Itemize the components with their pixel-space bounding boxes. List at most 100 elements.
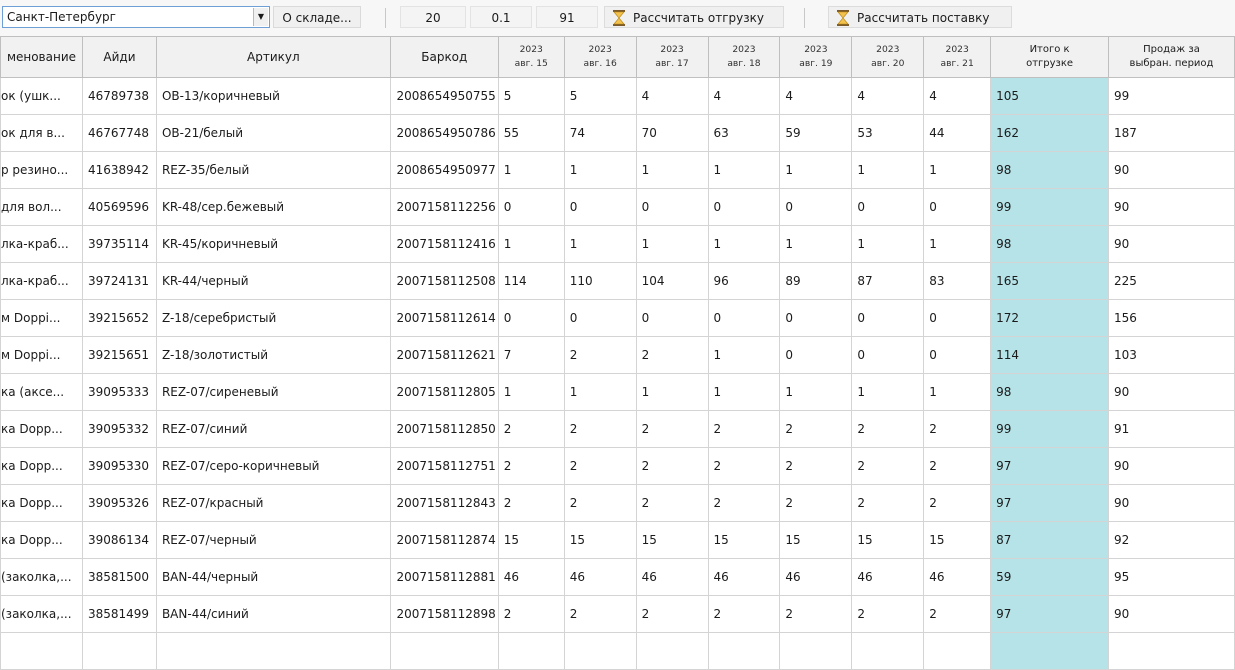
column-header-total[interactable]: Итого к отгрузке — [990, 36, 1109, 78]
cell-barcode[interactable]: 2007158112256 — [389, 188, 499, 226]
cell-day-value[interactable]: 2 — [635, 336, 709, 374]
cell-day-value[interactable]: 1 — [635, 225, 709, 263]
cell-total[interactable]: 59 — [990, 558, 1109, 596]
table-row[interactable]: ка Dopp... 39095326 REZ-07/красный 20071581… — [0, 484, 1235, 522]
cell-id[interactable]: 39086134 — [81, 521, 157, 559]
cell-day-value[interactable] — [635, 632, 709, 670]
cell-name[interactable] — [0, 632, 83, 670]
cell-day-value[interactable]: 2 — [497, 484, 565, 522]
cell-total[interactable]: 98 — [990, 225, 1109, 263]
cell-name[interactable]: ка Dopp... — [0, 484, 83, 522]
table-row[interactable]: ка Dopp... 39095330 REZ-07/серо-коричневый… — [0, 447, 1235, 485]
cell-day-value[interactable]: 1 — [707, 151, 781, 189]
cell-day-value[interactable]: 15 — [635, 521, 709, 559]
table-row[interactable]: для вол... 40569596 KR-48/сер.бежевый 20071… — [0, 188, 1235, 226]
cell-id[interactable] — [81, 632, 157, 670]
cell-day-value[interactable]: 15 — [563, 521, 637, 559]
cell-article[interactable]: REZ-07/синий — [155, 410, 391, 448]
cell-id[interactable]: 39735114 — [81, 225, 157, 263]
table-row[interactable]: м Doppi... 39215652 Z-18/серебристый 200715… — [0, 299, 1235, 337]
cell-sales[interactable]: 225 — [1108, 262, 1235, 300]
cell-sales[interactable]: 90 — [1108, 595, 1235, 633]
cell-day-value[interactable]: 2 — [779, 410, 853, 448]
cell-day-value[interactable]: 0 — [851, 299, 925, 337]
cell-total[interactable]: 162 — [990, 114, 1109, 152]
cell-total[interactable]: 97 — [990, 484, 1109, 522]
table-row[interactable]: ка Dopp... 39095332 REZ-07/синий 2007158112… — [0, 410, 1235, 448]
cell-name[interactable]: ка Dopp... — [0, 447, 83, 485]
cell-day-value[interactable] — [707, 632, 781, 670]
cell-total[interactable]: 97 — [990, 447, 1109, 485]
cell-sales[interactable]: 99 — [1108, 77, 1235, 115]
param-field-1[interactable]: 20 — [400, 6, 466, 28]
cell-day-value[interactable]: 110 — [563, 262, 637, 300]
cell-barcode[interactable]: 2007158112850 — [389, 410, 499, 448]
cell-day-value[interactable]: 96 — [707, 262, 781, 300]
cell-day-value[interactable]: 15 — [497, 521, 565, 559]
cell-barcode[interactable]: 2007158112621 — [389, 336, 499, 374]
cell-id[interactable]: 39215651 — [81, 336, 157, 374]
city-select[interactable]: Санкт-Петербург ▼ — [2, 6, 270, 28]
cell-day-value[interactable]: 4 — [779, 77, 853, 115]
cell-day-value[interactable]: 46 — [635, 558, 709, 596]
cell-day-value[interactable] — [779, 632, 853, 670]
cell-id[interactable]: 38581500 — [81, 558, 157, 596]
cell-day-value[interactable]: 1 — [635, 151, 709, 189]
cell-day-value[interactable]: 46 — [707, 558, 781, 596]
cell-day-value[interactable]: 0 — [707, 299, 781, 337]
cell-day-value[interactable]: 46 — [779, 558, 853, 596]
cell-name[interactable]: ка (аксе... — [0, 373, 83, 411]
cell-day-value[interactable]: 1 — [851, 373, 925, 411]
cell-day-value[interactable]: 0 — [851, 336, 925, 374]
param-field-3[interactable]: 91 — [536, 6, 598, 28]
cell-id[interactable]: 39095332 — [81, 410, 157, 448]
cell-day-value[interactable]: 2 — [563, 410, 637, 448]
cell-name[interactable]: ка Dopp... — [0, 410, 83, 448]
cell-day-value[interactable]: 2 — [497, 595, 565, 633]
cell-barcode[interactable]: 2008654950755 — [389, 77, 499, 115]
cell-article[interactable]: REZ-07/красный — [155, 484, 391, 522]
cell-id[interactable]: 39095330 — [81, 447, 157, 485]
cell-day-value[interactable]: 15 — [779, 521, 853, 559]
cell-day-value[interactable]: 2 — [923, 484, 992, 522]
cell-day-value[interactable]: 104 — [635, 262, 709, 300]
cell-day-value[interactable]: 0 — [923, 299, 992, 337]
cell-day-value[interactable]: 4 — [635, 77, 709, 115]
cell-day-value[interactable]: 0 — [563, 188, 637, 226]
cell-name[interactable]: м Doppi... — [0, 336, 83, 374]
cell-day-value[interactable]: 2 — [497, 447, 565, 485]
cell-id[interactable]: 39095333 — [81, 373, 157, 411]
column-header-id[interactable]: Айди — [81, 36, 157, 78]
cell-day-value[interactable]: 2 — [635, 447, 709, 485]
cell-day-value[interactable]: 1 — [923, 225, 992, 263]
cell-day-value[interactable]: 5 — [563, 77, 637, 115]
cell-sales[interactable]: 90 — [1108, 373, 1235, 411]
cell-name[interactable]: ок для в... — [0, 114, 83, 152]
cell-day-value[interactable]: 1 — [779, 373, 853, 411]
cell-day-value[interactable]: 2 — [707, 595, 781, 633]
cell-total[interactable]: 97 — [990, 595, 1109, 633]
cell-day-value[interactable]: 2 — [497, 410, 565, 448]
cell-sales[interactable]: 92 — [1108, 521, 1235, 559]
cell-day-value[interactable]: 83 — [923, 262, 992, 300]
cell-sales[interactable]: 90 — [1108, 151, 1235, 189]
cell-barcode[interactable]: 2007158112416 — [389, 225, 499, 263]
cell-day-value[interactable]: 0 — [707, 188, 781, 226]
cell-id[interactable]: 41638942 — [81, 151, 157, 189]
cell-name[interactable]: для вол... — [0, 188, 83, 226]
cell-article[interactable]: Z-18/золотистый — [155, 336, 391, 374]
cell-article[interactable]: Z-18/серебристый — [155, 299, 391, 337]
cell-article[interactable]: ОВ-13/коричневый — [155, 77, 391, 115]
column-header-date[interactable]: 2023 авг. 19 — [779, 36, 853, 78]
cell-day-value[interactable]: 2 — [779, 447, 853, 485]
cell-barcode[interactable] — [389, 632, 499, 670]
cell-day-value[interactable]: 5 — [497, 77, 565, 115]
cell-day-value[interactable] — [851, 632, 925, 670]
cell-day-value[interactable]: 0 — [779, 299, 853, 337]
cell-day-value[interactable]: 2 — [851, 410, 925, 448]
cell-day-value[interactable]: 55 — [497, 114, 565, 152]
cell-day-value[interactable] — [923, 632, 992, 670]
cell-day-value[interactable]: 2 — [923, 410, 992, 448]
cell-article[interactable]: REZ-07/сиреневый — [155, 373, 391, 411]
cell-day-value[interactable]: 2 — [635, 595, 709, 633]
